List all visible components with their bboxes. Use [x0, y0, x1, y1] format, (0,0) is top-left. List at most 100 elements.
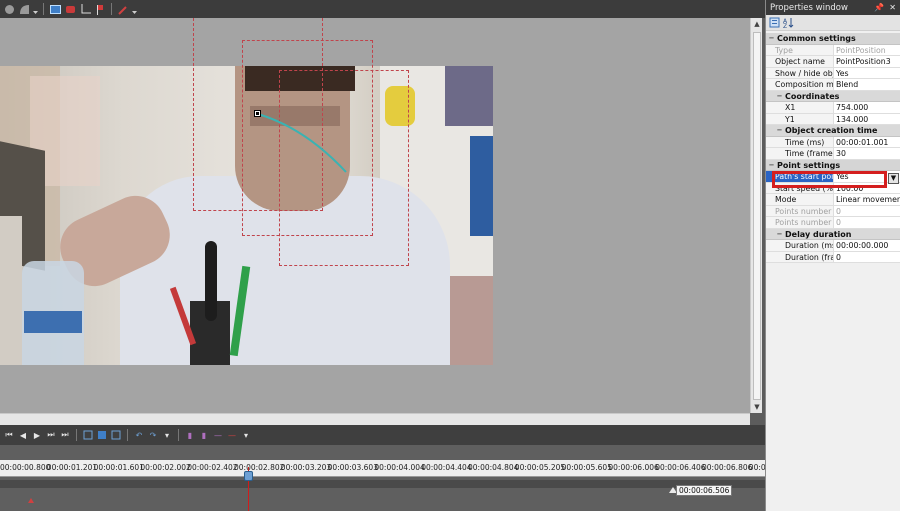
preview-canvas[interactable] [0, 18, 750, 413]
property-value[interactable]: 00:00:00.000 [834, 240, 900, 251]
ellipse-icon[interactable] [3, 3, 15, 15]
property-row[interactable]: Points number from0 [766, 217, 900, 229]
link-icon[interactable]: — [213, 430, 223, 440]
pin-icon[interactable]: 📌 [874, 3, 884, 12]
delete-marker-icon[interactable]: — [227, 430, 237, 440]
fit-icon[interactable] [83, 430, 93, 440]
crop-icon[interactable] [79, 3, 91, 15]
properties-toolbar: AZ [766, 15, 900, 31]
dropdown-arrow-icon[interactable] [33, 3, 38, 15]
categorized-icon[interactable] [769, 17, 780, 28]
split-icon[interactable] [97, 430, 107, 440]
property-name: Duration (frames) [766, 251, 834, 262]
marker-icon[interactable]: ▮ [185, 430, 195, 440]
undo-icon[interactable]: ↶ [134, 430, 144, 440]
collapse-icon[interactable]: − [776, 127, 783, 134]
property-name: Duration (ms) [766, 240, 834, 251]
property-subcategory[interactable]: − Coordinates [766, 90, 900, 102]
time-ruler[interactable]: 00:00:00.800 00:00:01.201 00:00:01.601 00:0… [0, 460, 782, 477]
property-row[interactable]: Composition modeBlend [766, 79, 900, 91]
property-name: Object name [766, 56, 834, 67]
property-value[interactable]: PointPosition [834, 44, 900, 55]
toolbar-divider [111, 3, 112, 15]
property-value[interactable]: 30 [834, 148, 900, 159]
skip-start-icon[interactable]: ⏮ [4, 430, 14, 440]
property-category[interactable]: − Point settings [766, 159, 900, 171]
property-name: Points number from [766, 217, 834, 228]
sort-alphabetical-icon[interactable]: AZ [783, 17, 794, 28]
redo-icon[interactable]: ↷ [148, 430, 158, 440]
value-dropdown-button[interactable]: ▼ [888, 173, 899, 184]
property-value[interactable]: 134.000 [834, 113, 900, 124]
flag-icon[interactable] [94, 3, 106, 15]
rectangle-select-icon[interactable] [49, 3, 61, 15]
time-tick-label: 00:00:02.002 [140, 463, 191, 472]
play-icon[interactable]: ▶ [32, 430, 42, 440]
properties-window: Properties window 📌 ✕ AZ − Common setting… [765, 0, 900, 511]
property-value[interactable]: 00:00:01.001 [834, 136, 900, 147]
time-tick-label: 00:00:04.404 [421, 463, 472, 472]
range-icon[interactable] [111, 430, 121, 440]
property-value[interactable]: Yes [834, 67, 900, 78]
pen-icon[interactable] [117, 3, 129, 15]
dropdown-arrow-icon[interactable]: ▾ [241, 430, 251, 440]
property-name: X1 [766, 102, 834, 113]
path-start-point-handle[interactable] [254, 110, 261, 117]
property-value[interactable]: PointPosition3 [834, 56, 900, 67]
property-value[interactable]: 754.000 [834, 102, 900, 113]
property-row[interactable]: Show / hide objectYes [766, 67, 900, 79]
property-subcategory[interactable]: − Object creation time [766, 125, 900, 137]
scroll-up-icon[interactable]: ▲ [751, 18, 763, 30]
timeline[interactable]: 00:00:00.800 00:00:01.201 00:00:01.601 00:0… [0, 445, 782, 511]
time-tick-label: 00:00:00.800 [0, 463, 51, 472]
time-tick-label: 00:00:06.806 [702, 463, 753, 472]
property-category[interactable]: − Common settings [766, 33, 900, 45]
property-row[interactable]: Time (frame) 30 [766, 148, 900, 160]
scrub-track[interactable] [0, 480, 765, 488]
time-tick-label: 00:00:02.802 [234, 463, 285, 472]
property-value[interactable]: 0 [834, 251, 900, 262]
collapse-icon[interactable]: − [776, 92, 783, 100]
time-tick-label: 00:00:05.605 [561, 463, 612, 472]
skip-end-icon[interactable]: ⏭ [60, 430, 70, 440]
property-row[interactable]: Time (ms) 00:00:01.001 [766, 136, 900, 148]
close-icon[interactable]: ✕ [889, 3, 896, 12]
property-row[interactable]: Duration (frames)0 [766, 251, 900, 263]
dropdown-arrow-icon[interactable] [132, 3, 137, 15]
horizontal-scrollbar[interactable] [0, 413, 750, 425]
property-row[interactable]: Type PointPosition [766, 44, 900, 56]
playback-toolbar: ⏮ ◀ ▶ ⏭ ⏭ ↶ ↷ ▾ ▮ ▮ — — ▾ [0, 425, 765, 445]
property-name: Time (frame) [766, 148, 834, 159]
next-frame-icon[interactable]: ⏭ [46, 430, 56, 440]
dropdown-arrow-icon[interactable]: ▾ [162, 430, 172, 440]
time-tick-label: 00:00:05.205 [514, 463, 566, 472]
collapse-icon[interactable]: − [776, 230, 783, 238]
property-value[interactable]: Blend [834, 79, 900, 90]
category-label: Coordinates [785, 91, 840, 101]
scroll-down-icon[interactable]: ▼ [751, 401, 763, 413]
property-value[interactable]: 0 [834, 205, 900, 216]
property-row[interactable]: Points number from0 [766, 205, 900, 217]
time-tick-label: 00:00:01.201 [46, 463, 98, 472]
property-value[interactable]: Linear movement [834, 194, 900, 205]
scroll-thumb[interactable] [753, 32, 761, 400]
property-row[interactable]: Mode Linear movement [766, 194, 900, 206]
start-marker-icon[interactable] [28, 498, 34, 503]
collapse-icon[interactable]: − [768, 35, 775, 42]
collapse-icon[interactable]: − [768, 161, 775, 169]
property-row[interactable]: Y1 134.000 [766, 113, 900, 125]
property-subcategory[interactable]: − Delay duration [766, 228, 900, 240]
property-row[interactable]: Duration (ms) 00:00:00.000 [766, 240, 900, 252]
property-value[interactable]: 0 [834, 217, 900, 228]
property-row[interactable]: Object name PointPosition3 [766, 56, 900, 68]
rounded-shape-icon[interactable] [18, 3, 30, 15]
motion-path[interactable] [0, 18, 750, 413]
property-row[interactable]: X1 754.000 [766, 102, 900, 114]
mask-icon[interactable] [64, 3, 76, 15]
main-toolbar [0, 0, 765, 18]
time-tick-label: 00:00:04.804 [468, 463, 519, 472]
prev-frame-icon[interactable]: ◀ [18, 430, 28, 440]
vertical-scrollbar[interactable]: ▲ ▼ [750, 18, 762, 413]
marker-range-icon[interactable]: ▮ [199, 430, 209, 440]
playhead-handle[interactable] [244, 471, 253, 481]
